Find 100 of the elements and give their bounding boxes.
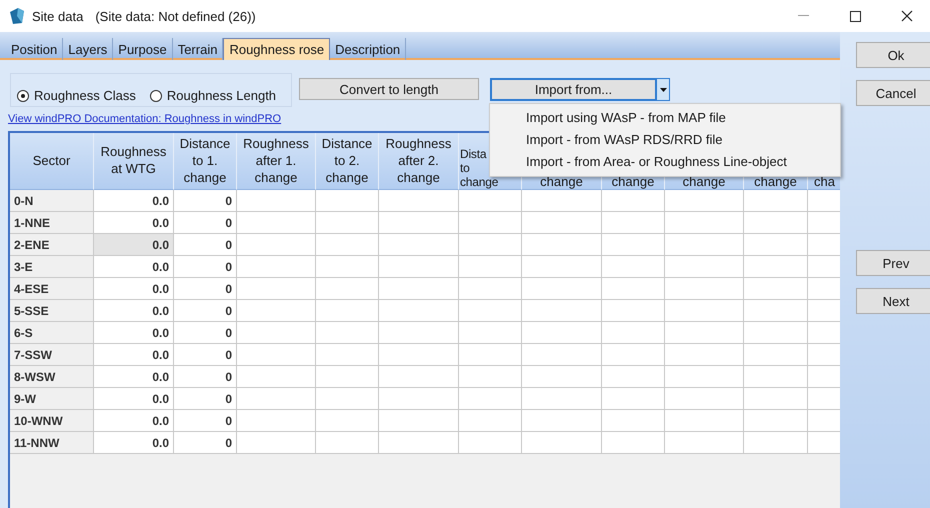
table-cell[interactable] (316, 256, 379, 278)
table-cell[interactable]: 0 (174, 300, 237, 322)
table-cell[interactable] (665, 322, 744, 344)
menu-item[interactable]: Import - from WAsP RDS/RRD file (490, 129, 840, 151)
table-cell[interactable] (744, 344, 808, 366)
table-cell[interactable] (665, 410, 744, 432)
table-cell[interactable]: 0.0 (94, 322, 174, 344)
table-cell[interactable]: 0 (174, 212, 237, 234)
table-cell[interactable] (744, 256, 808, 278)
table-cell[interactable] (665, 388, 744, 410)
table-cell[interactable] (808, 190, 840, 212)
table-cell[interactable] (665, 256, 744, 278)
table-cell[interactable] (522, 234, 602, 256)
column-header[interactable]: Roughness after 1. change (237, 133, 316, 190)
table-cell[interactable] (237, 212, 316, 234)
table-cell[interactable]: 0 (174, 234, 237, 256)
dialog-button[interactable]: Next (856, 288, 930, 314)
radio-button[interactable]: Roughness Length (150, 88, 276, 103)
table-cell[interactable] (316, 344, 379, 366)
table-cell[interactable] (602, 278, 665, 300)
table-cell[interactable] (379, 256, 459, 278)
table-cell[interactable] (379, 344, 459, 366)
dialog-button[interactable]: Prev (856, 250, 930, 276)
table-cell[interactable] (602, 410, 665, 432)
table-cell[interactable] (237, 256, 316, 278)
table-cell[interactable] (459, 300, 522, 322)
table-cell[interactable] (665, 432, 744, 454)
table-cell[interactable] (808, 300, 840, 322)
table-cell[interactable] (522, 388, 602, 410)
table-cell[interactable] (459, 432, 522, 454)
table-cell[interactable] (316, 234, 379, 256)
radio-button[interactable]: Roughness Class (17, 88, 136, 103)
table-cell[interactable] (237, 388, 316, 410)
dropdown-button[interactable] (657, 78, 670, 101)
table-cell[interactable] (808, 256, 840, 278)
table-cell[interactable] (744, 234, 808, 256)
table-cell[interactable] (459, 256, 522, 278)
table-cell[interactable] (665, 344, 744, 366)
menu-item[interactable]: Import - from Area- or Roughness Line-object (490, 151, 840, 173)
table-cell[interactable] (602, 432, 665, 454)
table-cell[interactable] (316, 300, 379, 322)
table-cell[interactable] (237, 344, 316, 366)
table-cell[interactable] (602, 322, 665, 344)
table-cell[interactable]: 0.0 (94, 234, 174, 256)
table-cell[interactable]: 0 (174, 410, 237, 432)
table-cell[interactable] (808, 432, 840, 454)
convert-button[interactable]: Convert to length (299, 78, 479, 100)
table-cell[interactable] (665, 366, 744, 388)
table-cell[interactable] (808, 410, 840, 432)
table-cell[interactable] (237, 432, 316, 454)
table-cell[interactable] (379, 300, 459, 322)
table-cell[interactable] (316, 432, 379, 454)
table-cell[interactable] (379, 234, 459, 256)
table-cell[interactable] (808, 278, 840, 300)
table-cell[interactable] (379, 190, 459, 212)
table-cell[interactable]: 0.0 (94, 190, 174, 212)
table-cell[interactable] (522, 190, 602, 212)
table-cell[interactable]: 0 (174, 388, 237, 410)
table-cell[interactable] (602, 344, 665, 366)
table-cell[interactable] (744, 322, 808, 344)
table-cell[interactable] (237, 322, 316, 344)
table-cell[interactable] (237, 300, 316, 322)
table-cell[interactable]: 0.0 (94, 300, 174, 322)
documentation-link[interactable]: View windPRO Documentation: Roughness in windPRO (8, 113, 282, 125)
table-cell[interactable] (522, 256, 602, 278)
table-cell[interactable] (237, 278, 316, 300)
table-cell[interactable] (459, 278, 522, 300)
table-cell[interactable] (459, 190, 522, 212)
table-cell[interactable]: 0.0 (94, 388, 174, 410)
table-cell[interactable] (665, 190, 744, 212)
table-cell[interactable]: 0.0 (94, 256, 174, 278)
table-cell[interactable] (379, 410, 459, 432)
table-cell[interactable] (808, 366, 840, 388)
table-cell[interactable] (665, 278, 744, 300)
table-cell[interactable] (744, 300, 808, 322)
table-cell[interactable]: 0 (174, 344, 237, 366)
table-cell[interactable] (602, 212, 665, 234)
table-cell[interactable] (744, 190, 808, 212)
column-header[interactable]: Distance to 2. change (316, 133, 379, 190)
import-button[interactable]: Import from... (490, 78, 657, 101)
table-cell[interactable] (459, 322, 522, 344)
table-cell[interactable] (459, 212, 522, 234)
table-cell[interactable] (316, 212, 379, 234)
table-cell[interactable] (808, 234, 840, 256)
table-cell[interactable] (522, 432, 602, 454)
table-cell[interactable]: 0.0 (94, 432, 174, 454)
table-cell[interactable] (665, 234, 744, 256)
table-cell[interactable] (602, 190, 665, 212)
table-cell[interactable] (522, 322, 602, 344)
table-cell[interactable]: 0.0 (94, 410, 174, 432)
table-cell[interactable] (744, 388, 808, 410)
table-cell[interactable] (459, 344, 522, 366)
table-cell[interactable] (522, 344, 602, 366)
table-cell[interactable] (602, 234, 665, 256)
table-cell[interactable] (665, 212, 744, 234)
table-cell[interactable] (379, 432, 459, 454)
table-cell[interactable]: 0 (174, 432, 237, 454)
table-cell[interactable]: 0 (174, 256, 237, 278)
table-cell[interactable] (379, 278, 459, 300)
table-cell[interactable] (459, 388, 522, 410)
